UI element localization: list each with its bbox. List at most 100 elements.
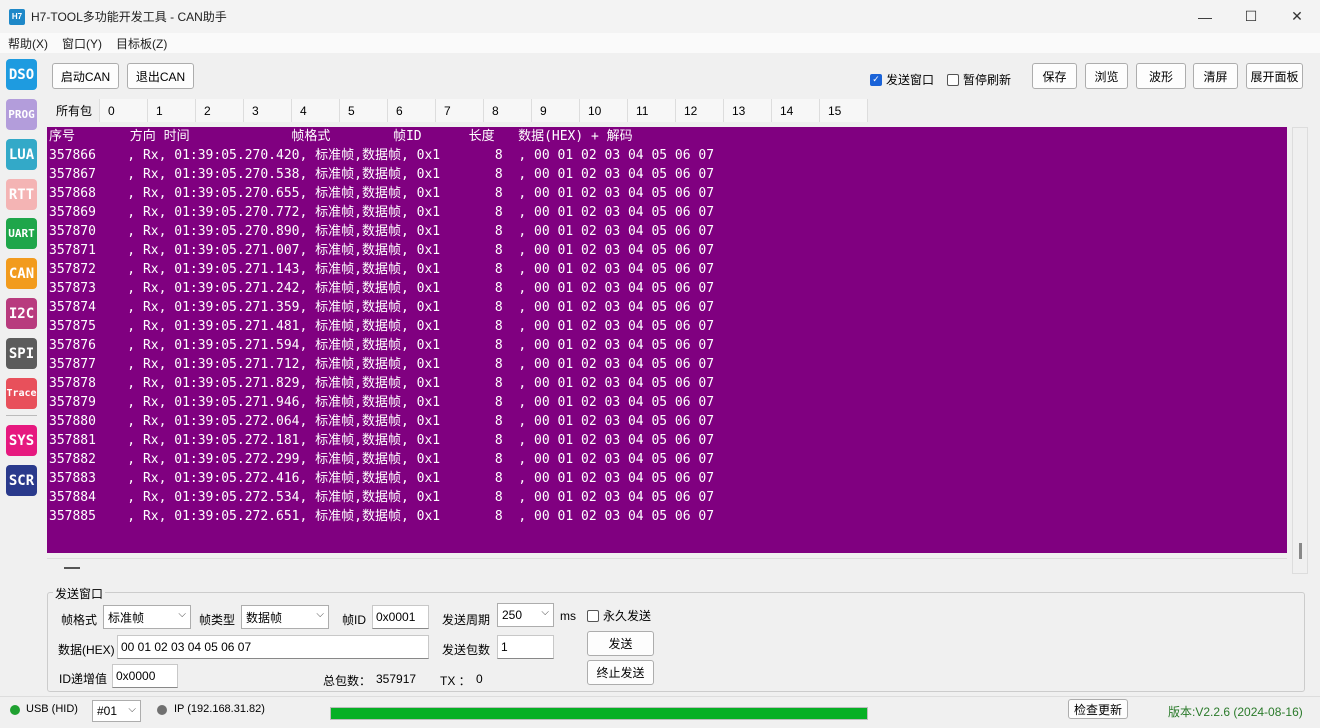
sidebar-item-scr[interactable]: SCR — [6, 465, 37, 496]
sidebar-item-uart[interactable]: UART — [6, 218, 37, 249]
log-time: 01:39:05.271.007 — [174, 243, 300, 258]
log-frame-id: 0x1 — [416, 395, 441, 410]
stop-send-button[interactable]: 终止发送 — [587, 660, 654, 685]
sidebar-divider — [6, 415, 37, 416]
sidebar-item-spi[interactable]: SPI — [6, 338, 37, 369]
tab-channel-1[interactable]: 1 — [148, 99, 196, 122]
browse-button[interactable]: 浏览 — [1085, 63, 1128, 89]
log-data: 00 01 02 03 04 05 06 07 — [534, 224, 715, 239]
menu-window[interactable]: 窗口(Y) — [62, 35, 102, 52]
frame-format-label: 帧格式 — [61, 613, 98, 627]
log-length: 8 — [494, 452, 503, 467]
tab-channel-0[interactable]: 0 — [100, 99, 148, 122]
expand-panel-button[interactable]: 展开面板 — [1246, 63, 1303, 89]
log-time: 01:39:05.272.181 — [174, 433, 300, 448]
log-time: 01:39:05.270.538 — [174, 167, 300, 182]
send-window-checkbox[interactable]: ✓ 发送窗口 — [870, 71, 934, 88]
tab-channel-4[interactable]: 4 — [292, 99, 340, 122]
chevron-down-icon: ⌵ — [316, 609, 324, 620]
scrollbar-thumb[interactable] — [1299, 543, 1302, 559]
checkbox-box[interactable] — [587, 609, 599, 622]
tab-channel-2[interactable]: 2 — [196, 99, 244, 122]
menu-help[interactable]: 帮助(X) — [8, 35, 48, 52]
tab-channel-13[interactable]: 13 — [724, 99, 772, 122]
log-frame-format: 标准帧,数据帧 — [315, 167, 401, 182]
log-data: 00 01 02 03 04 05 06 07 — [534, 148, 715, 163]
tab-channel-7[interactable]: 7 — [436, 99, 484, 122]
log-direction: Rx — [142, 243, 159, 258]
can-log-display[interactable]: 序号 方向 时间 帧格式 帧ID 长度 数据(HEX) + 解码 357866 … — [47, 127, 1287, 553]
log-frame-format: 标准帧,数据帧 — [315, 376, 401, 391]
tab-channel-6[interactable]: 6 — [388, 99, 436, 122]
sidebar-item-sys[interactable]: SYS — [6, 425, 37, 456]
log-direction: Rx — [142, 319, 159, 334]
checkbox-box[interactable]: ✓ — [870, 73, 882, 86]
log-length: 8 — [494, 224, 503, 239]
id-increment-input[interactable]: 0x0000 — [112, 664, 178, 688]
log-frame-format: 标准帧,数据帧 — [315, 243, 401, 258]
log-length: 8 — [494, 300, 503, 315]
log-seq: 357882 — [49, 452, 96, 467]
menu-target-board[interactable]: 目标板(Z) — [116, 35, 167, 52]
sidebar-item-dso[interactable]: DSO — [6, 59, 37, 90]
wave-button[interactable]: 波形 — [1136, 63, 1186, 89]
log-seq: 357866 — [49, 148, 96, 163]
forever-send-checkbox[interactable]: 永久发送 — [587, 607, 651, 624]
tab-channel-5[interactable]: 5 — [340, 99, 388, 122]
log-data: 00 01 02 03 04 05 06 07 — [534, 338, 715, 353]
exit-can-button[interactable]: 退出CAN — [127, 63, 194, 89]
sidebar-item-trace[interactable]: Trace — [6, 378, 37, 409]
tab-channel-12[interactable]: 12 — [676, 99, 724, 122]
log-seq: 357868 — [49, 186, 96, 201]
save-button[interactable]: 保存 — [1032, 63, 1077, 89]
log-frame-format: 标准帧,数据帧 — [315, 452, 401, 467]
packet-count-input[interactable]: 1 — [497, 635, 554, 659]
log-horizontal-scrollbar[interactable] — [47, 558, 1287, 575]
frame-type-select[interactable]: 数据帧 ⌵ — [241, 605, 329, 629]
checkbox-box[interactable] — [947, 73, 959, 86]
sidebar-item-prog[interactable]: PROG — [6, 99, 37, 130]
clear-screen-button[interactable]: 清屏 — [1193, 63, 1238, 89]
log-length: 8 — [494, 414, 503, 429]
log-frame-id: 0x1 — [416, 357, 441, 372]
maximize-icon[interactable]: ☐ — [1228, 0, 1274, 33]
tab-channel-10[interactable]: 10 — [580, 99, 628, 122]
log-length: 8 — [494, 509, 503, 524]
sidebar-item-lua[interactable]: LUA — [6, 139, 37, 170]
log-frame-format: 标准帧,数据帧 — [315, 471, 401, 486]
log-time: 01:39:05.271.242 — [174, 281, 300, 296]
tab-channel-11[interactable]: 11 — [628, 99, 676, 122]
tab-channel-15[interactable]: 15 — [820, 99, 868, 122]
sidebar-item-i2c[interactable]: I2C — [6, 298, 37, 329]
device-select[interactable]: #01 ⌵ — [92, 700, 141, 722]
tab-channel-14[interactable]: 14 — [772, 99, 820, 122]
sidebar-item-can[interactable]: CAN — [6, 258, 37, 289]
check-update-button[interactable]: 检查更新 — [1068, 699, 1128, 719]
tab-channel-8[interactable]: 8 — [484, 99, 532, 122]
scrollbar-thumb[interactable] — [64, 567, 80, 569]
tab-channel-3[interactable]: 3 — [244, 99, 292, 122]
log-direction: Rx — [142, 376, 159, 391]
log-seq: 357874 — [49, 300, 96, 315]
log-seq: 357875 — [49, 319, 96, 334]
log-frame-format: 标准帧,数据帧 — [315, 319, 401, 334]
log-frame-format: 标准帧,数据帧 — [315, 148, 401, 163]
log-frame-id: 0x1 — [416, 243, 441, 258]
sidebar-item-rtt[interactable]: RTT — [6, 179, 37, 210]
log-vertical-scrollbar[interactable] — [1292, 127, 1308, 574]
log-length: 8 — [494, 262, 503, 277]
pause-refresh-checkbox[interactable]: 暂停刷新 — [947, 71, 1011, 88]
close-icon[interactable]: ✕ — [1274, 0, 1320, 33]
data-hex-input[interactable]: 00 01 02 03 04 05 06 07 — [117, 635, 429, 659]
ip-status-icon — [157, 705, 167, 715]
frame-format-select[interactable]: 标准帧 ⌵ — [103, 605, 191, 629]
log-seq: 357869 — [49, 205, 96, 220]
period-select[interactable]: 250 ⌵ — [497, 603, 554, 627]
log-row: 357877 , Rx, 01:39:05.271.712, 标准帧,数据帧, … — [49, 357, 715, 372]
tab-channel-9[interactable]: 9 — [532, 99, 580, 122]
minimize-icon[interactable]: — — [1182, 0, 1228, 33]
tab-all-packets[interactable]: 所有包 — [48, 99, 100, 122]
start-can-button[interactable]: 启动CAN — [52, 63, 119, 89]
send-button[interactable]: 发送 — [587, 631, 654, 656]
frame-id-input[interactable]: 0x0001 — [372, 605, 429, 629]
